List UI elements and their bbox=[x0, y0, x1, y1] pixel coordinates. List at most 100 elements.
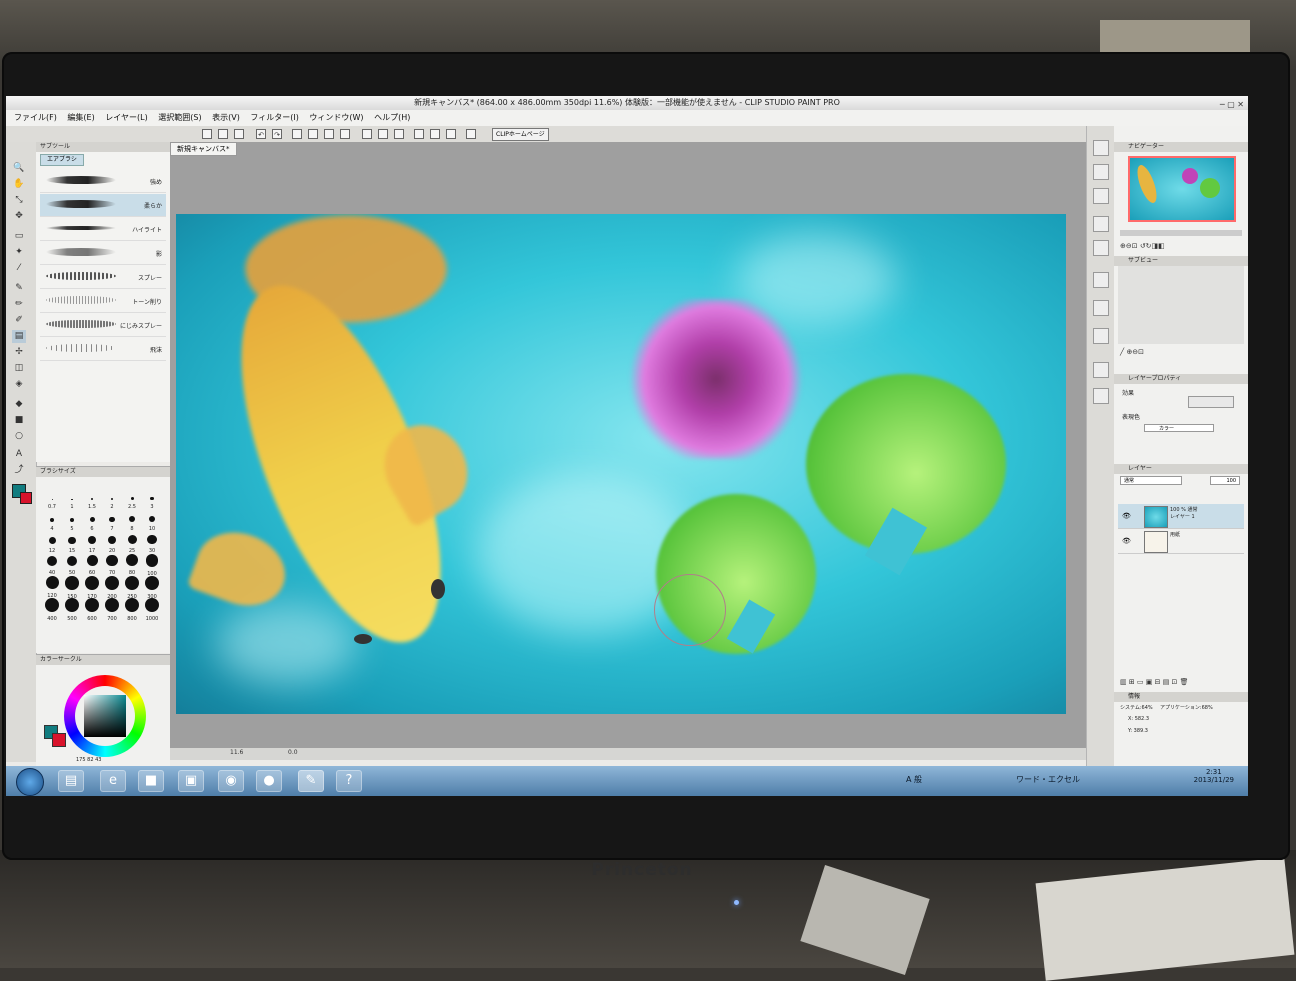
panel-toggle-icon[interactable] bbox=[1093, 272, 1109, 288]
snap-icon[interactable] bbox=[362, 129, 372, 139]
pencil-tool-icon[interactable]: ✏ bbox=[12, 298, 26, 311]
redo-icon[interactable]: ↷ bbox=[272, 129, 282, 139]
ime-mode[interactable]: A 般 bbox=[906, 774, 922, 785]
eyedropper-icon[interactable]: ⁄ bbox=[12, 262, 26, 275]
explorer-icon[interactable]: ▤ bbox=[58, 770, 84, 792]
brush-size-option[interactable]: 150 bbox=[62, 573, 82, 600]
panel-toggle-icon[interactable] bbox=[1093, 362, 1109, 378]
brush-size-option[interactable]: 1 bbox=[62, 485, 82, 510]
clock[interactable]: 2:31 2013/11/29 bbox=[1194, 768, 1234, 784]
blend-tool-icon[interactable]: ◈ bbox=[12, 378, 26, 391]
ruler-icon[interactable] bbox=[378, 129, 388, 139]
transform-icon[interactable] bbox=[308, 129, 318, 139]
brush-size-option[interactable]: 17 bbox=[82, 529, 102, 554]
brush-size-option[interactable]: 100 bbox=[142, 551, 162, 577]
lock-icon[interactable] bbox=[446, 129, 456, 139]
zoom-tool-icon[interactable]: 🔍 bbox=[12, 162, 26, 175]
brush-size-option[interactable]: 40 bbox=[42, 551, 62, 576]
layer-row[interactable]: 👁 100 % 通常 レイヤー 1 bbox=[1118, 504, 1244, 529]
panel-toggle-icon[interactable] bbox=[1093, 240, 1109, 256]
brush-item[interactable]: ハイライト bbox=[40, 218, 166, 241]
clear-icon[interactable] bbox=[292, 129, 302, 139]
brush-size-option[interactable]: 170 bbox=[82, 573, 102, 600]
brush-item[interactable]: にじみスプレー bbox=[40, 314, 166, 337]
effect-buttons[interactable] bbox=[1188, 396, 1234, 408]
menu-help[interactable]: ヘルプ(H) bbox=[374, 113, 410, 122]
brush-size-option[interactable]: 70 bbox=[102, 551, 122, 576]
brush-size-option[interactable]: 30 bbox=[142, 529, 162, 554]
brush-size-option[interactable]: 1.5 bbox=[82, 485, 102, 510]
brush-size-option[interactable]: 120 bbox=[42, 573, 62, 599]
brush-size-option[interactable]: 200 bbox=[102, 573, 122, 600]
visibility-eye-icon[interactable]: 👁 bbox=[1122, 512, 1131, 520]
hand-tool-icon[interactable]: ✋ bbox=[12, 178, 26, 191]
brush-size-option[interactable]: 7 bbox=[102, 507, 122, 532]
app-icon[interactable]: ◉ bbox=[218, 770, 244, 792]
brush-item[interactable]: トーン削り bbox=[40, 290, 166, 313]
help-icon[interactable]: ? bbox=[336, 770, 362, 792]
panel-toggle-icon[interactable] bbox=[1093, 188, 1109, 204]
brush-size-option[interactable]: 50 bbox=[62, 551, 82, 576]
brush-size-option[interactable]: 6 bbox=[82, 507, 102, 532]
panel-toggle-icon[interactable] bbox=[1093, 164, 1109, 180]
layer-row[interactable]: 👁 用紙 bbox=[1118, 529, 1244, 554]
eraser-tool-icon[interactable]: ◫ bbox=[12, 362, 26, 375]
panel-toggle-icon[interactable] bbox=[1093, 140, 1109, 156]
brush-size-option[interactable]: 4 bbox=[42, 507, 62, 532]
fill-icon[interactable] bbox=[324, 129, 334, 139]
app-icon[interactable]: ▣ bbox=[178, 770, 204, 792]
internet-explorer-icon[interactable]: e bbox=[100, 770, 126, 792]
fill-tool-icon[interactable]: ◆ bbox=[12, 398, 26, 411]
subview-area[interactable] bbox=[1118, 266, 1244, 344]
rotation-value[interactable]: 0.0 bbox=[288, 749, 298, 756]
pen-tool-icon[interactable]: ✎ bbox=[12, 282, 26, 295]
brush-size-option[interactable]: 10 bbox=[142, 507, 162, 532]
menu-filter[interactable]: フィルター(I) bbox=[250, 113, 298, 122]
brush-item[interactable]: 影 bbox=[40, 242, 166, 265]
start-button[interactable] bbox=[16, 768, 44, 796]
app-icon[interactable]: ● bbox=[256, 770, 282, 792]
balloon-tool-icon[interactable]: ⤴ bbox=[12, 464, 26, 477]
brush-size-option[interactable]: 400 bbox=[42, 595, 62, 622]
brush-size-option[interactable]: 600 bbox=[82, 595, 102, 622]
navigator-preview[interactable] bbox=[1128, 156, 1236, 222]
subtool-group-tab[interactable]: エアブラシ bbox=[40, 154, 84, 166]
brush-size-option[interactable]: 0.7 bbox=[42, 485, 62, 510]
zoom-value[interactable]: 11.6 bbox=[230, 749, 243, 756]
color-square[interactable] bbox=[84, 695, 126, 737]
blend-mode-select[interactable]: 通常 bbox=[1120, 476, 1182, 485]
decoration-tool-icon[interactable]: ✢ bbox=[12, 346, 26, 359]
panel-toggle-icon[interactable] bbox=[1093, 388, 1109, 404]
new-file-icon[interactable] bbox=[202, 129, 212, 139]
brush-size-option[interactable]: 3 bbox=[142, 485, 162, 510]
menu-edit[interactable]: 編集(E) bbox=[67, 113, 94, 122]
stabilize-icon[interactable] bbox=[430, 129, 440, 139]
sub-color-swatch[interactable] bbox=[52, 733, 66, 747]
ime-label[interactable]: ワード・エクセル bbox=[1016, 774, 1080, 785]
panel-toggle-icon[interactable] bbox=[1093, 328, 1109, 344]
brush-size-option[interactable]: 1000 bbox=[142, 595, 162, 622]
menu-selection[interactable]: 選択範囲(S) bbox=[158, 113, 201, 122]
brush-size-option[interactable]: 700 bbox=[102, 595, 122, 622]
move-tool-icon[interactable]: ✥ bbox=[12, 210, 26, 223]
clip-home-button[interactable]: CLIPホームページ bbox=[492, 128, 549, 141]
brush-size-option[interactable]: 300 bbox=[142, 573, 162, 600]
sub-color-swatch[interactable] bbox=[20, 492, 32, 504]
brush-size-option[interactable]: 25 bbox=[122, 529, 142, 554]
brush-size-option[interactable]: 250 bbox=[122, 573, 142, 600]
app-icon[interactable]: ■ bbox=[138, 770, 164, 792]
undo-icon[interactable]: ↶ bbox=[256, 129, 266, 139]
menu-layer[interactable]: レイヤー(L) bbox=[105, 113, 147, 122]
menu-file[interactable]: ファイル(F) bbox=[14, 113, 57, 122]
expression-color-select[interactable]: カラー bbox=[1144, 424, 1214, 432]
operation-tool-icon[interactable]: ⤡ bbox=[12, 194, 26, 207]
open-icon[interactable] bbox=[218, 129, 228, 139]
brush-size-option[interactable]: 8 bbox=[122, 507, 142, 532]
brush-item[interactable]: 柔らか bbox=[40, 194, 166, 217]
brush-size-option[interactable]: 80 bbox=[122, 551, 142, 576]
brush-item[interactable]: スプレー bbox=[40, 266, 166, 289]
brush-size-option[interactable]: 2 bbox=[102, 485, 122, 510]
crop-icon[interactable] bbox=[340, 129, 350, 139]
brush-size-option[interactable]: 15 bbox=[62, 529, 82, 554]
clip-studio-icon[interactable]: ✎ bbox=[298, 770, 324, 792]
